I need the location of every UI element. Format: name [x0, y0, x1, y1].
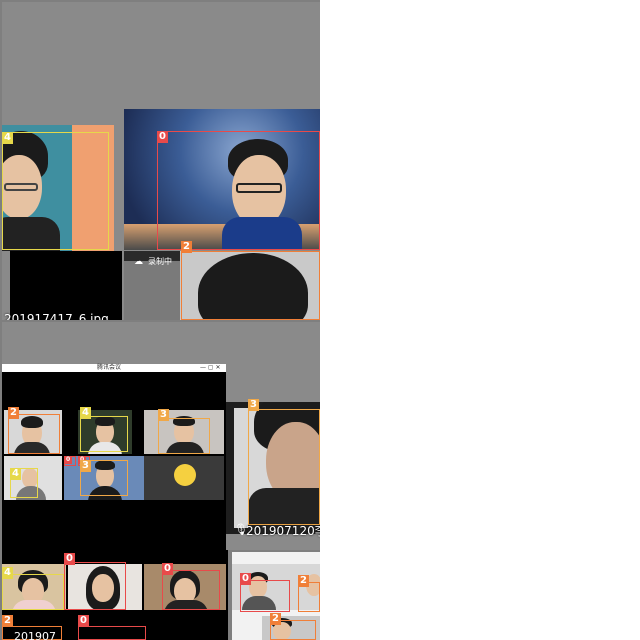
detection-label: 0 — [64, 456, 73, 464]
detection-box: 4 — [10, 468, 38, 498]
detection-box: 0 — [78, 615, 146, 640]
meeting-window: 腾讯会议 — ▢ ✕ 2 4 3 4 0 3 — [2, 364, 226, 550]
detection-box: 2 — [181, 241, 320, 320]
detection-label: 2 — [2, 615, 13, 627]
image-filename: 201907 — [14, 630, 56, 640]
window-title-bar[interactable] — [2, 550, 228, 558]
window-title: 腾讯会议 — [97, 364, 122, 371]
gallery-cell[interactable] — [144, 456, 224, 500]
detection-label: 3 — [248, 399, 259, 411]
detection-box: 3 — [80, 460, 128, 496]
detection-box: 4 — [2, 567, 64, 610]
detection-label: 0 — [162, 563, 173, 575]
tile-5: 0 2 2 — [232, 552, 320, 640]
detection-box: 2 — [270, 613, 316, 640]
detection-label: 2 — [298, 575, 309, 587]
participant-name: 201907120李 — [246, 524, 320, 538]
detection-box: 3 — [248, 399, 320, 525]
detection-label: 4 — [2, 132, 13, 144]
window-title-bar[interactable]: 腾讯会议 — ▢ ✕ — [2, 364, 226, 372]
detection-label: 4 — [10, 468, 21, 480]
detection-box: 2 — [298, 575, 320, 612]
detection-label: 0 — [78, 615, 89, 627]
detection-box: 2 — [8, 407, 60, 454]
detection-label: 3 — [158, 409, 169, 421]
detection-box: 0 — [64, 456, 76, 466]
detection-label: 0 — [240, 573, 251, 585]
detection-label: 0 — [64, 553, 75, 565]
tile-3: 3 🎙 201907120李 — [226, 322, 320, 550]
detection-label: 4 — [2, 567, 13, 579]
detection-label: 2 — [8, 407, 19, 419]
detection-box: 0 — [240, 573, 290, 612]
image-filename: 201917417_6.jpg — [4, 312, 109, 320]
window-controls[interactable]: — ▢ ✕ — [200, 364, 221, 372]
detection-box: 0 — [162, 563, 220, 610]
black-panel — [10, 251, 122, 320]
avatar — [174, 464, 196, 486]
detection-box: 3 — [158, 409, 210, 454]
detection-label: 2 — [181, 241, 192, 253]
detection-box: 0 — [157, 131, 320, 250]
recording-status: 录制中 — [148, 257, 172, 266]
detection-box: 0 — [64, 553, 126, 610]
detection-box: 4 — [2, 132, 109, 250]
detection-box: 4 — [80, 407, 128, 452]
cloud-icon: ☁ — [134, 257, 143, 267]
image-mosaic: 4 0 ☁ 录制中 2 201917417_6.jpg 腾讯会议 — ▢ ✕ 2… — [0, 0, 320, 640]
tile-1: 4 0 ☁ 录制中 2 201917417_6.jpg — [2, 2, 320, 320]
tile-2: 腾讯会议 — ▢ ✕ 2 4 3 4 0 3 — [2, 322, 230, 550]
detection-label: 0 — [157, 131, 168, 143]
detection-label: 4 — [80, 407, 91, 419]
detection-label: 2 — [270, 613, 281, 625]
detection-label: 3 — [80, 460, 91, 472]
tile-4: 4 0 0 2 0 201907 — [2, 550, 228, 640]
